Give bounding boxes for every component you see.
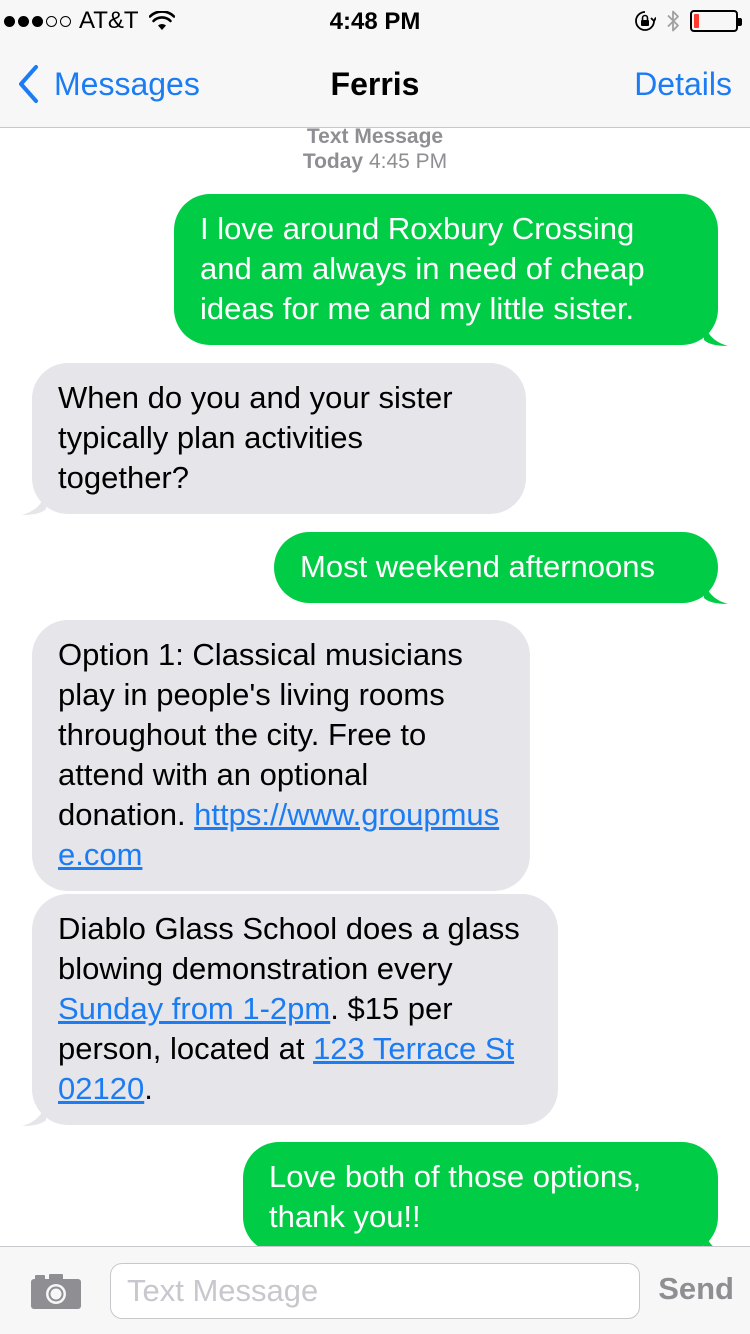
bluetooth-icon [667, 10, 679, 32]
message-row: Option 1: Classical musicians play in pe… [32, 620, 530, 891]
message-row: Diablo Glass School does a glass blowing… [22, 894, 558, 1126]
zip-link[interactable]: 02120 [58, 1071, 144, 1106]
nav-bar: Messages Ferris Details [0, 40, 750, 128]
send-button[interactable]: Send [658, 1271, 734, 1307]
sent-message-bubble[interactable]: I love around Roxbury Crossing and am al… [174, 194, 728, 346]
service-label: Text Message [306, 128, 444, 148]
status-right [634, 8, 742, 34]
message-input[interactable] [110, 1263, 640, 1319]
received-message-bubble[interactable]: When do you and your sister typically pl… [22, 363, 526, 515]
status-bar: AT&T 4:48 PM [0, 0, 750, 40]
lock-rotation-icon [635, 11, 656, 31]
message-text: I love around Roxbury Crossing and am al… [200, 211, 645, 326]
message-row: I love around Roxbury Crossing and am al… [174, 194, 728, 346]
received-message-bubble[interactable]: Diablo Glass School does a glass blowing… [22, 894, 558, 1126]
bubble-tail [704, 320, 728, 346]
message-text: Love both of those options, thank you!! [269, 1159, 642, 1234]
battery-level [694, 14, 699, 28]
bubble-tail [22, 1100, 46, 1126]
event-time-link[interactable]: Sunday from 1-2pm [58, 991, 330, 1026]
sent-message-bubble[interactable]: Love both of those options, thank you!! [243, 1142, 718, 1246]
conversation[interactable]: Text Message Today 4:45 PM I love around… [0, 128, 750, 1246]
message-row: Most weekend afternoons [274, 532, 728, 604]
sent-message-bubble[interactable]: Most weekend afternoons [274, 532, 728, 604]
conversation-timestamp: Text Message Today 4:45 PM [0, 128, 750, 174]
bubble-tail [704, 578, 728, 604]
battery-icon [690, 10, 742, 32]
date-label: Today [302, 150, 364, 173]
message-text: When do you and your sister typically pl… [58, 380, 453, 495]
message-text: Diablo Glass School does a glass blowing… [58, 911, 520, 986]
input-bar: Send [0, 1246, 750, 1334]
details-button[interactable]: Details [634, 66, 732, 103]
message-row: When do you and your sister typically pl… [22, 363, 526, 515]
message-text: Most weekend afternoons [300, 549, 655, 584]
bubble-tail [704, 1228, 713, 1246]
time-label: 4:45 PM [368, 150, 448, 173]
message-row: Love both of those options, thank you!! [243, 1142, 718, 1246]
received-message-bubble[interactable]: Option 1: Classical musicians play in pe… [32, 620, 530, 891]
address-link[interactable]: 123 Terrace St [313, 1031, 514, 1066]
camera-icon[interactable] [30, 1272, 82, 1310]
bubble-tail [22, 489, 46, 515]
message-text: . [144, 1071, 153, 1106]
